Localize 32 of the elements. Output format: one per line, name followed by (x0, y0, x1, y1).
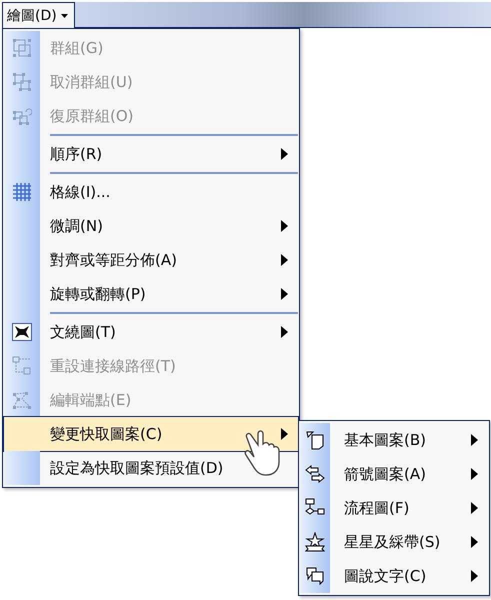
menu-item[interactable]: 流程圖(F) (300, 491, 488, 525)
group-icon (12, 38, 32, 58)
menu-item[interactable]: 基本圖案(B) (300, 423, 488, 457)
submenu-arrow-icon (471, 570, 478, 582)
ungroup-icon (12, 72, 32, 92)
text-wrap-icon (12, 323, 32, 341)
submenu-arrow-icon (471, 502, 478, 514)
hand-cursor-icon (244, 428, 282, 478)
submenu-arrow-icon (471, 468, 478, 480)
menu-item[interactable]: 箭號圖案(A) (300, 457, 488, 491)
arrows-icon (305, 464, 325, 484)
shapes-icon (305, 430, 325, 450)
menu-item[interactable]: 順序(R) (4, 137, 298, 171)
menu-item[interactable]: 圖說文字(C) (300, 559, 488, 593)
drawing-menu-button[interactable]: 繪圖(D) (2, 2, 75, 29)
callout-icon (305, 566, 325, 586)
menu-item[interactable]: 變更快取圖案(C) (4, 417, 298, 451)
caret-icon (60, 14, 68, 18)
menu-item[interactable]: 文繞圖(T) (4, 315, 298, 349)
menu-item[interactable]: 星星及綵帶(S) (300, 525, 488, 559)
menu-item[interactable]: 旋轉或翻轉(P) (4, 277, 298, 311)
grid-icon (13, 183, 31, 201)
menu-item[interactable]: 對齊或等距分佈(A) (4, 243, 298, 277)
menu-item[interactable]: 微調(N) (4, 209, 298, 243)
edit-points-icon (12, 390, 32, 410)
menu-item[interactable]: 設定為快取圖案預設值(D) (4, 451, 298, 485)
connector-icon (12, 356, 32, 376)
star-ribbon-icon (305, 532, 325, 552)
menu-item[interactable]: 格線(I)... (4, 175, 298, 209)
submenu-arrow-icon (471, 434, 478, 446)
submenu-arrow-icon (471, 536, 478, 548)
regroup-icon (12, 106, 32, 126)
